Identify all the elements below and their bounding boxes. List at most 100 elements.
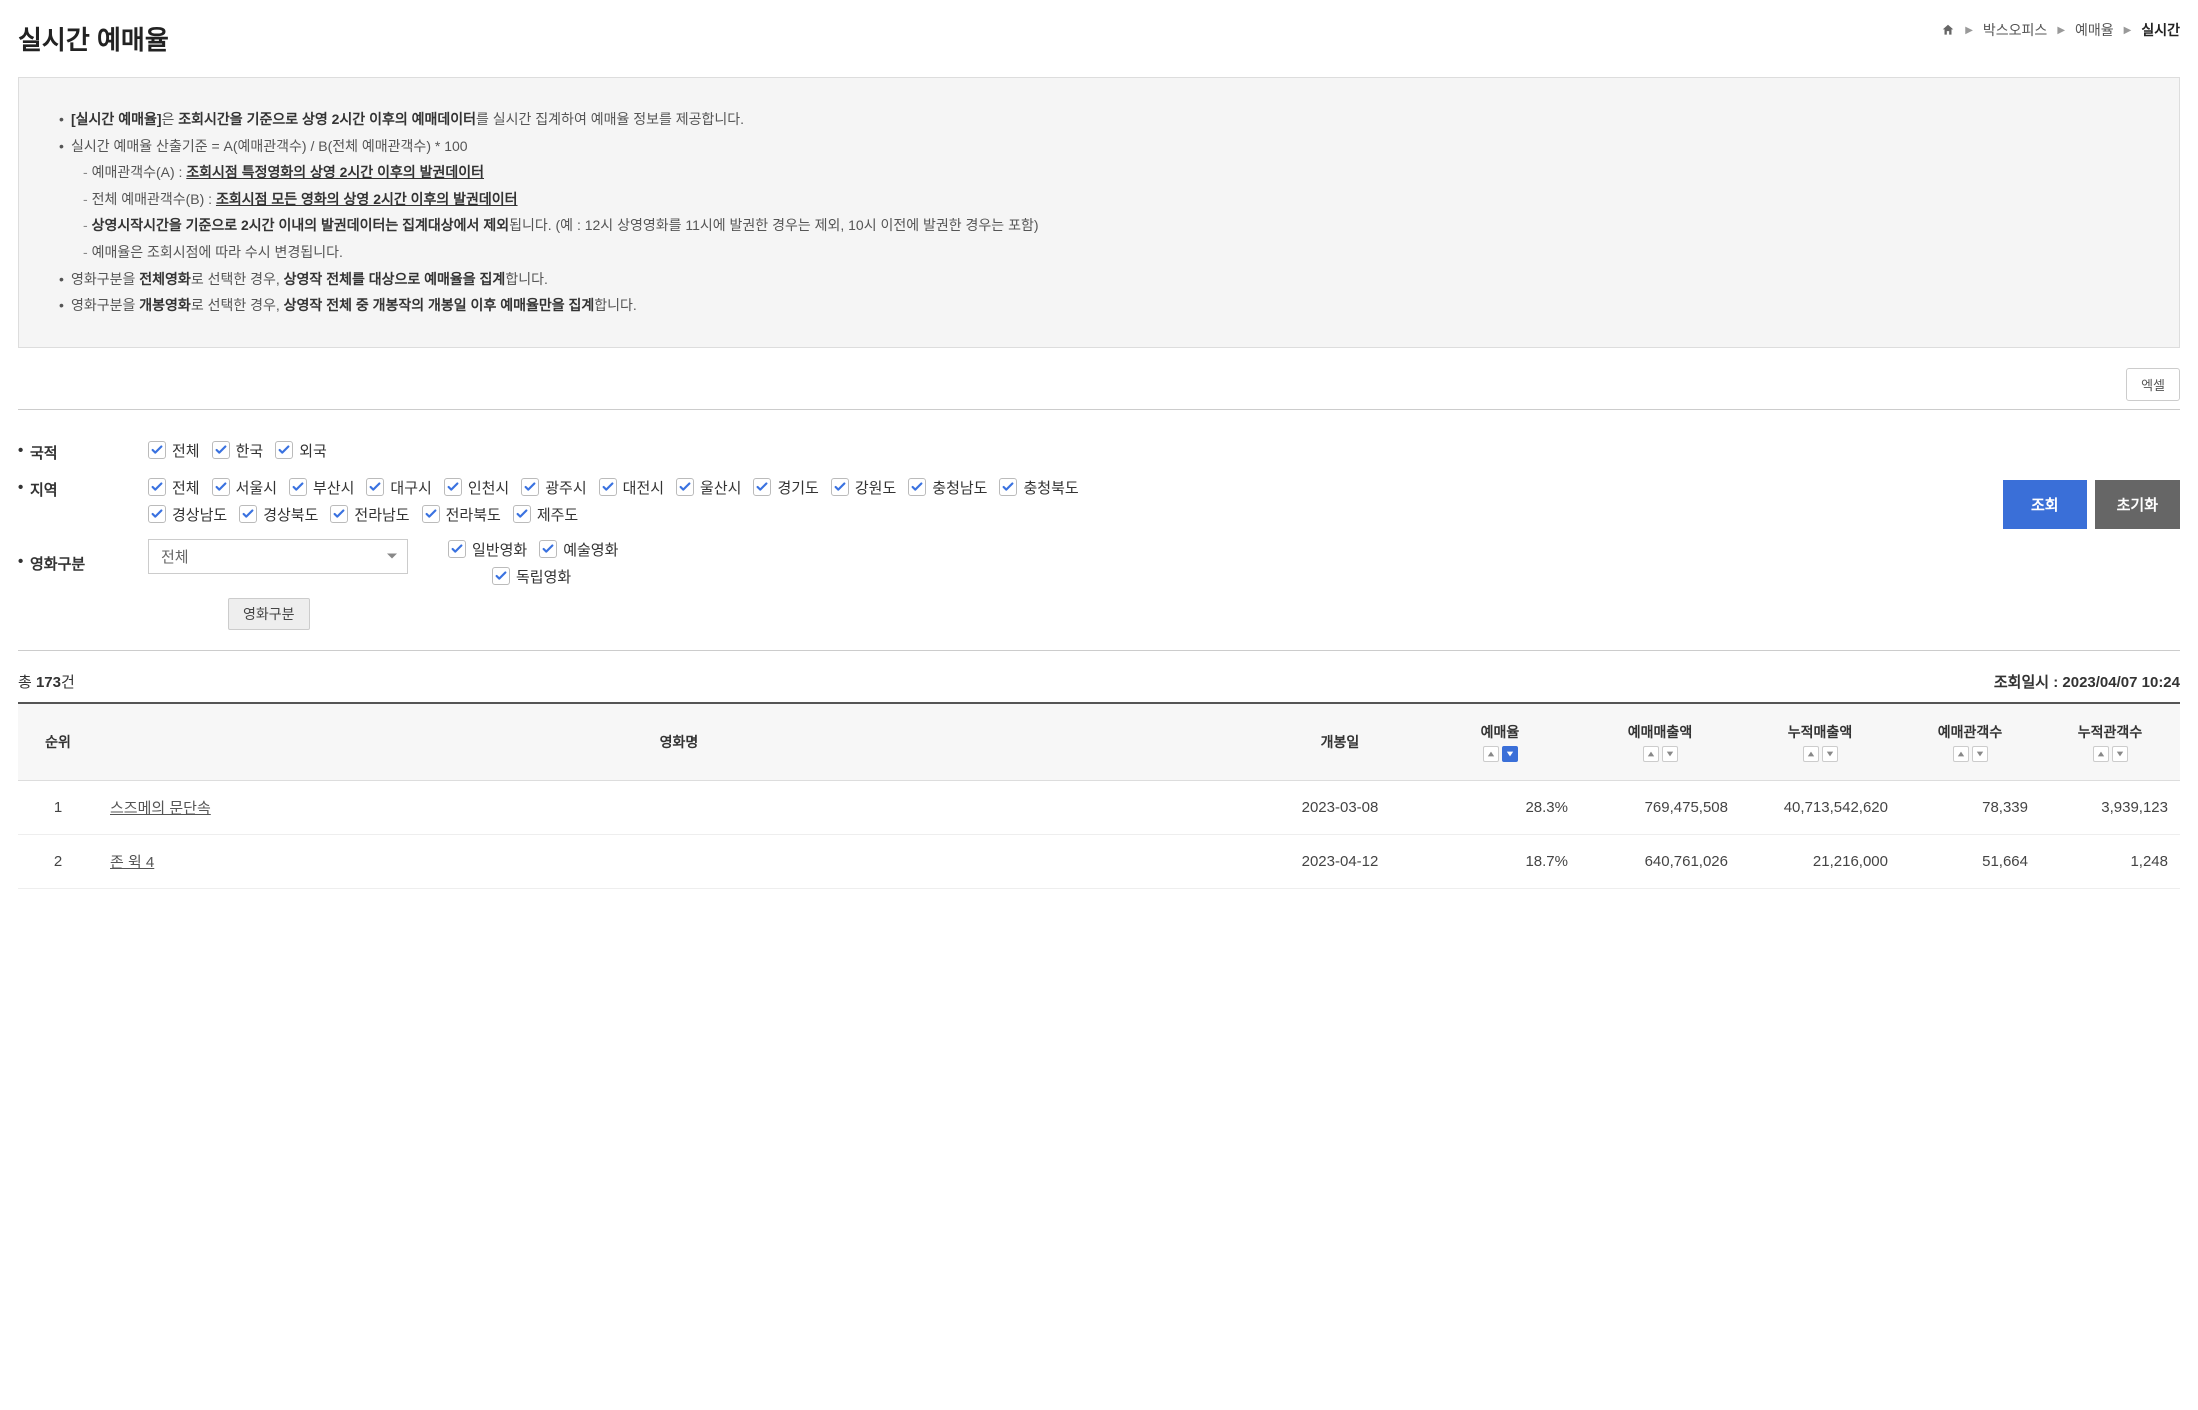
- region-opt-15[interactable]: 전라북도: [422, 504, 501, 525]
- col-sales[interactable]: 예매매출액: [1580, 703, 1740, 781]
- query-time: 조회일시 : 2023/04/07 10:24: [1994, 671, 2180, 692]
- region-opt-16[interactable]: 제주도: [513, 504, 578, 525]
- region-opt-14[interactable]: 전라남도: [330, 504, 409, 525]
- cell-cum-sales: 21,216,000: [1740, 834, 1900, 888]
- col-cum-sales[interactable]: 누적매출액: [1740, 703, 1900, 781]
- movie-link[interactable]: 존 윅 4: [110, 854, 154, 871]
- col-cum-aud[interactable]: 누적관객수: [2040, 703, 2180, 781]
- sort-cumsales-desc[interactable]: [1822, 746, 1838, 762]
- region-opt-4[interactable]: 인천시: [444, 477, 509, 498]
- sort-rate-desc[interactable]: [1502, 746, 1518, 762]
- checkbox-label: 제주도: [537, 504, 578, 525]
- checkbox-label: 대전시: [623, 477, 664, 498]
- nationality-kr[interactable]: 한국: [212, 440, 264, 461]
- col-open: 개봉일: [1260, 703, 1420, 781]
- checkbox-label: 서울시: [236, 477, 277, 498]
- checkbox-label: 외국: [299, 440, 327, 461]
- category-tooltip: 영화구분: [228, 598, 310, 630]
- checkbox-icon: [539, 540, 557, 558]
- region-opt-8[interactable]: 경기도: [753, 477, 818, 498]
- reset-button[interactable]: 초기화: [2095, 480, 2180, 529]
- checkbox-label: 충청북도: [1023, 477, 1078, 498]
- checkbox-icon: [999, 478, 1017, 496]
- breadcrumb-item[interactable]: 예매율: [2075, 20, 2114, 40]
- checkbox-label: 충청남도: [932, 477, 987, 498]
- cell-open: 2023-03-08: [1260, 780, 1420, 834]
- search-button[interactable]: 조회: [2003, 480, 2087, 529]
- excel-button[interactable]: 엑셀: [2126, 368, 2180, 401]
- filter-panel: 국적 전체한국외국 지역 전체서울시부산시대구시인천시광주시대전시울산시경기도강…: [18, 440, 2180, 630]
- sort-sales-asc[interactable]: [1643, 746, 1659, 762]
- cell-title: 존 윅 4: [98, 834, 1260, 888]
- col-title: 영화명: [98, 703, 1260, 781]
- col-rate[interactable]: 예매율: [1420, 703, 1580, 781]
- sort-sales-desc[interactable]: [1662, 746, 1678, 762]
- region-opt-0[interactable]: 전체: [148, 477, 200, 498]
- page-title: 실시간 예매율: [18, 20, 169, 57]
- checkbox-icon: [521, 478, 539, 496]
- region-opt-9[interactable]: 강원도: [831, 477, 896, 498]
- home-icon[interactable]: [1941, 23, 1955, 37]
- checkbox-icon: [676, 478, 694, 496]
- checkbox-icon: [289, 478, 307, 496]
- checkbox-label: 인천시: [468, 477, 509, 498]
- checkbox-label: 전라북도: [446, 504, 501, 525]
- results-table: 순위 영화명 개봉일 예매율 예매매출액 누적매출액: [18, 702, 2180, 889]
- checkbox-label: 독립영화: [516, 566, 571, 587]
- region-opt-3[interactable]: 대구시: [366, 477, 431, 498]
- checkbox-label: 예술영화: [563, 539, 618, 560]
- checkbox-label: 경상남도: [172, 504, 227, 525]
- col-aud[interactable]: 예매관객수: [1900, 703, 2040, 781]
- category-general[interactable]: 일반영화: [448, 539, 527, 560]
- checkbox-label: 전체: [172, 477, 200, 498]
- cell-sales: 640,761,026: [1580, 834, 1740, 888]
- col-rank: 순위: [18, 703, 98, 781]
- sort-aud-asc[interactable]: [1953, 746, 1969, 762]
- checkbox-icon: [599, 478, 617, 496]
- checkbox-label: 경기도: [777, 477, 818, 498]
- nationality-all[interactable]: 전체: [148, 440, 200, 461]
- cell-cum-aud: 3,939,123: [2040, 780, 2180, 834]
- info-box: [실시간 예매율]은 조회시간을 기준으로 상영 2시간 이후의 예매데이터를 …: [18, 77, 2180, 348]
- checkbox-label: 전라남도: [354, 504, 409, 525]
- filter-label-category: 영화구분: [18, 551, 148, 574]
- sort-aud-desc[interactable]: [1972, 746, 1988, 762]
- checkbox-icon: [366, 478, 384, 496]
- region-opt-10[interactable]: 충청남도: [908, 477, 987, 498]
- region-opt-13[interactable]: 경상북도: [239, 504, 318, 525]
- checkbox-label: 울산시: [700, 477, 741, 498]
- filter-label-nationality: 국적: [18, 440, 148, 463]
- breadcrumb-item[interactable]: 박스오피스: [1983, 20, 2047, 40]
- checkbox-icon: [330, 505, 348, 523]
- region-opt-6[interactable]: 대전시: [599, 477, 664, 498]
- checkbox-icon: [148, 478, 166, 496]
- checkbox-icon: [239, 505, 257, 523]
- checkbox-icon: [908, 478, 926, 496]
- checkbox-icon: [753, 478, 771, 496]
- checkbox-label: 대구시: [390, 477, 431, 498]
- category-art[interactable]: 예술영화: [539, 539, 618, 560]
- region-opt-7[interactable]: 울산시: [676, 477, 741, 498]
- region-opt-5[interactable]: 광주시: [521, 477, 586, 498]
- checkbox-icon: [448, 540, 466, 558]
- breadcrumb: ▶ 박스오피스 ▶ 예매율 ▶ 실시간: [1941, 20, 2180, 40]
- category-select[interactable]: 전체: [148, 539, 408, 574]
- total-count: 총 173건: [18, 671, 75, 692]
- cell-sales: 769,475,508: [1580, 780, 1740, 834]
- region-opt-12[interactable]: 경상남도: [148, 504, 227, 525]
- movie-link[interactable]: 스즈메의 문단속: [110, 800, 211, 817]
- sort-cumaud-asc[interactable]: [2093, 746, 2109, 762]
- sort-cumaud-desc[interactable]: [2112, 746, 2128, 762]
- region-opt-1[interactable]: 서울시: [212, 477, 277, 498]
- region-opt-11[interactable]: 충청북도: [999, 477, 1078, 498]
- category-indie[interactable]: 독립영화: [492, 566, 571, 587]
- sort-cumsales-asc[interactable]: [1803, 746, 1819, 762]
- sort-rate-asc[interactable]: [1483, 746, 1499, 762]
- checkbox-label: 한국: [236, 440, 264, 461]
- cell-title: 스즈메의 문단속: [98, 780, 1260, 834]
- checkbox-icon: [492, 567, 510, 585]
- breadcrumb-sep: ▶: [2057, 25, 2065, 36]
- cell-open: 2023-04-12: [1260, 834, 1420, 888]
- nationality-foreign[interactable]: 외국: [275, 440, 327, 461]
- region-opt-2[interactable]: 부산시: [289, 477, 354, 498]
